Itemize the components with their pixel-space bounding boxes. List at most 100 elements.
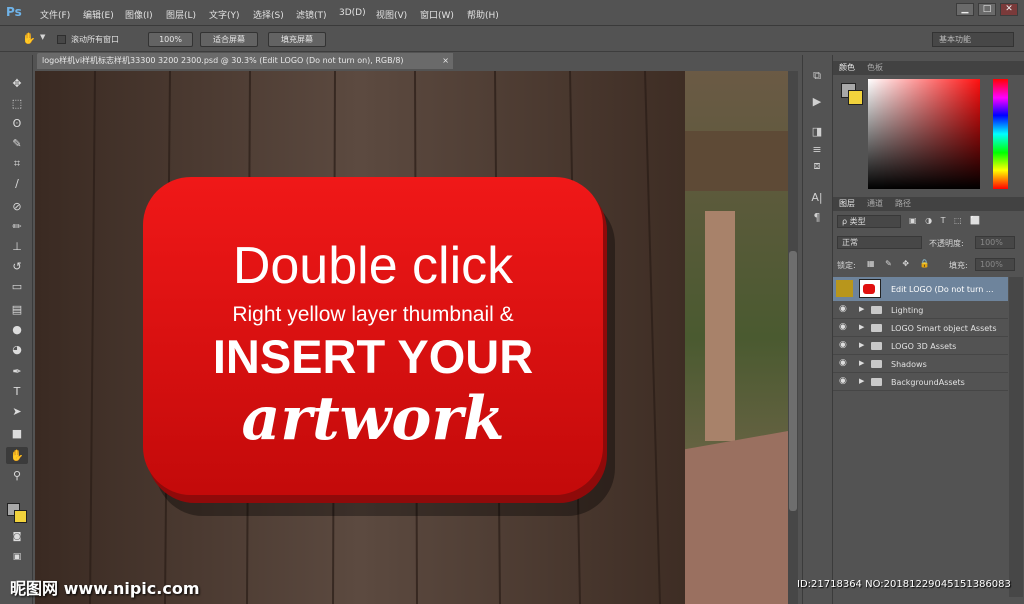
blend-mode-select[interactable]: 正常 [837, 236, 922, 249]
layer-name: LOGO Smart object Assets [891, 324, 997, 333]
fill-screen-button[interactable]: 填充屏幕 [268, 32, 326, 47]
pen-tool-icon[interactable]: ✒ [6, 363, 28, 380]
layer-group-shadows[interactable]: ◉ ▶ Shadows [833, 356, 1008, 373]
history-brush-tool-icon[interactable]: ↺ [6, 258, 28, 275]
document-canvas[interactable]: Double click Right yellow layer thumbnai… [35, 71, 788, 604]
color-bg-swatch[interactable] [848, 90, 863, 105]
quick-select-tool-icon[interactable]: ✎ [6, 135, 28, 152]
path-select-tool-icon[interactable]: ➤ [6, 403, 28, 420]
folder-icon [871, 360, 882, 368]
expand-triangle-icon[interactable]: ▶ [859, 359, 864, 367]
brush-tool-icon[interactable]: ✏ [6, 218, 28, 235]
menu-window[interactable]: 窗口(W) [420, 8, 454, 21]
visibility-off-cell[interactable] [836, 280, 853, 297]
fill-field[interactable]: 100% [975, 258, 1015, 271]
stamp-tool-icon[interactable]: ⊥ [6, 238, 28, 255]
tab-channels[interactable]: 通道 [867, 198, 883, 209]
eye-icon[interactable]: ◉ [839, 340, 847, 350]
gradient-tool-icon[interactable]: ▤ [6, 301, 28, 318]
menu-help[interactable]: 帮助(H) [467, 8, 499, 21]
eraser-tool-icon[interactable]: ▭ [6, 278, 28, 295]
options-bar: ✋ ▼ 滚动所有窗口 100% 适合屏幕 填充屏幕 基本功能 [0, 27, 1024, 52]
menu-type[interactable]: 文字(Y) [209, 8, 240, 21]
hand-tool-icon[interactable]: ✋ [22, 32, 36, 45]
shape-tool-icon[interactable]: ■ [6, 425, 28, 442]
paragraph-panel-icon[interactable]: ¶ [809, 211, 825, 225]
adjustments-icon[interactable]: ◨ [809, 125, 825, 139]
scroll-thumb[interactable] [789, 251, 797, 511]
history-panel-icon[interactable]: ⧉ [809, 69, 825, 83]
chevron-down-icon[interactable]: ▼ [40, 33, 45, 41]
eye-icon[interactable]: ◉ [839, 376, 847, 386]
layer-group-background[interactable]: ◉ ▶ BackgroundAssets [833, 374, 1008, 391]
expand-triangle-icon[interactable]: ▶ [859, 341, 864, 349]
tab-paths[interactable]: 路径 [895, 198, 911, 209]
lock-label: 锁定: [837, 261, 856, 270]
close-tab-icon[interactable]: × [442, 53, 449, 69]
menu-view[interactable]: 视图(V) [376, 8, 407, 21]
opacity-field[interactable]: 100% [975, 236, 1015, 249]
eye-icon[interactable]: ◉ [839, 358, 847, 368]
layer-group-logo-3d[interactable]: ◉ ▶ LOGO 3D Assets [833, 338, 1008, 355]
expand-triangle-icon[interactable]: ▶ [859, 323, 864, 331]
screen-mode-icon[interactable]: ▣ [6, 549, 28, 566]
actions-play-icon[interactable]: ▶ [809, 95, 825, 109]
menu-layer[interactable]: 图层(L) [166, 8, 196, 21]
vertical-scrollbar[interactable] [788, 71, 798, 604]
expand-triangle-icon[interactable]: ▶ [859, 377, 864, 385]
menu-3d[interactable]: 3D(D) [339, 8, 366, 18]
crop-tool-icon[interactable]: ⌗ [6, 155, 28, 172]
smart-object-thumbnail[interactable] [859, 279, 881, 298]
move-tool-icon[interactable]: ✥ [6, 75, 28, 92]
layers-scrollbar[interactable] [1009, 277, 1023, 597]
document-tab[interactable]: logo样机vi样机标志样机33300 3200 2300.psd @ 30.3… [37, 53, 453, 69]
menu-file[interactable]: 文件(F) [40, 8, 70, 21]
scroll-all-checkbox[interactable] [57, 35, 66, 44]
lasso-tool-icon[interactable]: ʘ [6, 115, 28, 132]
3d-panel-icon[interactable]: ⧈ [809, 159, 825, 173]
toolbox: ✥ ⬚ ʘ ✎ ⌗ ∕ ⊘ ✏ ⊥ ↺ ▭ ▤ ● ◕ ✒ T ➤ ■ ✋ ⚲ … [0, 55, 33, 604]
tab-color[interactable]: 颜色 [839, 62, 855, 73]
background-color-swatch[interactable] [14, 510, 27, 523]
tab-layers[interactable]: 图层 [839, 198, 855, 209]
menu-filter[interactable]: 滤镜(T) [296, 8, 327, 21]
folder-icon [871, 306, 882, 314]
eye-icon[interactable]: ◉ [839, 304, 847, 314]
hue-slider[interactable] [993, 79, 1008, 189]
eye-icon[interactable]: ◉ [839, 322, 847, 332]
quick-mask-icon[interactable]: ◙ [6, 529, 28, 546]
healing-brush-tool-icon[interactable]: ⊘ [6, 198, 28, 215]
menu-select[interactable]: 选择(S) [253, 8, 284, 21]
zoom-100-button[interactable]: 100% [148, 32, 193, 47]
character-panel-icon[interactable]: A| [809, 191, 825, 205]
properties-icon[interactable]: ≡ [809, 143, 825, 157]
menu-image[interactable]: 图像(I) [125, 8, 153, 21]
close-button[interactable]: ✕ [1000, 3, 1018, 16]
dodge-tool-icon[interactable]: ◕ [6, 341, 28, 358]
minimize-button[interactable]: ▁ [956, 3, 974, 16]
layer-filter-select[interactable]: ρ 类型 [837, 215, 901, 228]
photoshop-logo: Ps [6, 5, 22, 19]
blur-tool-icon[interactable]: ● [6, 321, 28, 338]
hand-tool-active-icon[interactable]: ✋ [6, 447, 28, 464]
layer-row-selected[interactable]: Edit LOGO (Do not turn ... [833, 277, 1008, 301]
marquee-tool-icon[interactable]: ⬚ [6, 95, 28, 112]
lock-icons[interactable]: ▦ ✎ ✥ 🔒 [867, 259, 934, 268]
tab-swatches[interactable]: 色板 [867, 62, 883, 73]
type-tool-icon[interactable]: T [6, 383, 28, 400]
expand-triangle-icon[interactable]: ▶ [859, 305, 864, 313]
opacity-label: 不透明度: [929, 239, 964, 248]
zoom-tool-icon[interactable]: ⚲ [6, 467, 28, 484]
fit-screen-button[interactable]: 适合屏幕 [200, 32, 258, 47]
layer-filter-icons[interactable]: ▣ ◑ T ⬚ ⬜ [909, 216, 983, 225]
sign-line1: Double click [233, 237, 514, 295]
watermark-text: 昵图网 www.nipic.com [10, 579, 200, 598]
maximize-button[interactable]: □ [978, 3, 996, 16]
menu-edit[interactable]: 编辑(E) [83, 8, 114, 21]
mockup-artwork: Double click Right yellow layer thumbnai… [35, 71, 788, 604]
layer-group-logo-smart-object[interactable]: ◉ ▶ LOGO Smart object Assets [833, 320, 1008, 337]
color-spectrum[interactable] [868, 79, 980, 189]
layer-group-lighting[interactable]: ◉ ▶ Lighting [833, 302, 1008, 319]
workspace-select[interactable]: 基本功能 [932, 32, 1014, 47]
eyedropper-tool-icon[interactable]: ∕ [6, 175, 28, 192]
